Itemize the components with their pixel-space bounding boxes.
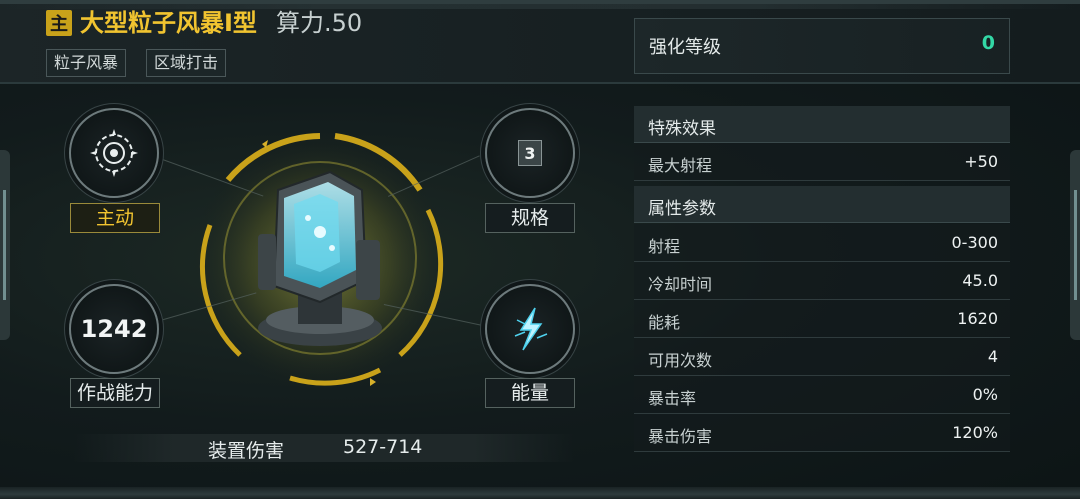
- attribute-key: 射程: [648, 237, 681, 256]
- special-effects-heading: 特殊效果: [634, 106, 1010, 143]
- attributes-title: 属性参数: [648, 199, 716, 219]
- enhance-level-panel[interactable]: 强化等级 0: [634, 18, 1010, 74]
- spec-label: 规格: [485, 203, 575, 233]
- attribute-key: 冷却时间: [648, 275, 713, 294]
- attribute-row: 冷却时间 45.0: [634, 262, 1010, 300]
- attribute-key: 暴击伤害: [648, 427, 713, 446]
- lightning-crystal-icon: [514, 307, 548, 351]
- computing-power: 算力.50: [276, 9, 363, 37]
- special-row-value: +50: [964, 152, 998, 171]
- attribute-key: 能耗: [648, 313, 681, 332]
- tag-chip-attack: 区域打击: [146, 49, 227, 77]
- energy-label: 能量: [485, 378, 575, 408]
- attribute-key: 暴击率: [648, 389, 697, 408]
- main-slot-tag: 主: [46, 10, 72, 36]
- active-label: 主动: [70, 203, 160, 233]
- top-edge: [0, 0, 1080, 4]
- attribute-row: 能耗 1620: [634, 300, 1010, 338]
- damage-label: 装置伤害: [208, 440, 285, 462]
- damage-value: 527-714: [343, 436, 423, 458]
- attribute-value: 0%: [972, 385, 998, 404]
- attribute-row: 暴击伤害 120%: [634, 414, 1010, 452]
- active-skill-slot[interactable]: [69, 108, 159, 198]
- attribute-key: 可用次数: [648, 351, 713, 370]
- enhance-level-value: 0: [981, 32, 995, 54]
- equipment-title: 大型粒子风暴I型: [80, 9, 257, 37]
- special-row-key: 最大射程: [648, 156, 713, 175]
- special-effects-title: 特殊效果: [648, 119, 716, 139]
- attribute-value: 1620: [957, 309, 998, 328]
- spec-slot[interactable]: 3: [485, 108, 575, 198]
- energy-slot[interactable]: [485, 284, 575, 374]
- attribute-row: 射程 0-300: [634, 224, 1010, 262]
- device-showcase: [190, 128, 450, 388]
- spec-value-badge: 3: [518, 140, 542, 166]
- attribute-value: 45.0: [962, 271, 998, 290]
- attribute-value: 0-300: [951, 233, 999, 252]
- bottom-edge: [0, 487, 1080, 499]
- enhance-level-label: 强化等级: [649, 37, 721, 58]
- combat-power-label: 作战能力: [70, 378, 160, 408]
- attribute-row: 可用次数 4: [634, 338, 1010, 376]
- attribute-value: 4: [987, 347, 998, 366]
- attribute-value: 120%: [952, 423, 998, 442]
- combat-power-slot[interactable]: 1242: [69, 284, 159, 374]
- special-row: 最大射程 +50: [634, 143, 1010, 181]
- attributes-heading: 属性参数: [634, 186, 1010, 223]
- tag-chip-type: 粒子风暴: [46, 49, 127, 77]
- left-frame-bracket: [0, 150, 10, 340]
- right-frame-bracket: [1070, 150, 1080, 340]
- particle-ring-icon: [90, 129, 138, 177]
- equipment-detail-panel: 主 大型粒子风暴I型 算力.50 粒子风暴 区域打击 主动 3 规格 1242 …: [0, 0, 1080, 499]
- ring-marker-bottom: [370, 378, 376, 386]
- attribute-row: 暴击率 0%: [634, 376, 1010, 414]
- damage-bar: [74, 434, 574, 462]
- combat-power-value: 1242: [80, 315, 148, 343]
